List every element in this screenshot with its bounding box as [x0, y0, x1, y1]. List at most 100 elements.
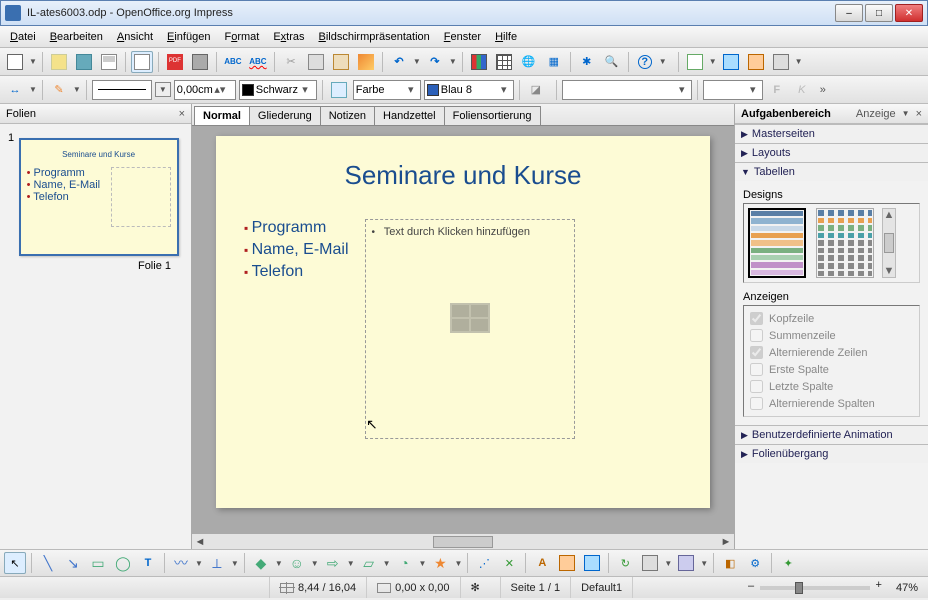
fill-mode-combo[interactable]: Farbe ▾ [353, 80, 421, 100]
task-pane-view-link[interactable]: Anzeige [856, 108, 896, 120]
opt-firstcol[interactable]: Erste Spalte [750, 361, 913, 378]
undo-button[interactable]: ↶ [388, 51, 410, 73]
symbol-shapes-tool[interactable]: ☺ [286, 552, 308, 574]
autospell-button[interactable]: ABC [247, 51, 269, 73]
opt-lastcol[interactable]: Letzte Spalte [750, 378, 913, 395]
line-color-combo[interactable]: Schwarz ▾ [239, 80, 317, 100]
italic-button[interactable]: K [791, 79, 813, 101]
task-section-tables[interactable]: Tabellen [735, 163, 928, 181]
task-section-transition[interactable]: Folienübergang [735, 445, 928, 463]
hyperlink-button[interactable]: 🌐 [518, 51, 540, 73]
table-design-2[interactable] [816, 208, 874, 278]
export-pdf-button[interactable]: PDF [164, 51, 186, 73]
bold-button[interactable]: F [766, 79, 788, 101]
mail-button[interactable] [98, 51, 120, 73]
slide-thumbnail-1[interactable]: Seminare und Kurse Programm Name, E-Mail… [19, 138, 179, 256]
font-combo[interactable]: ▾ [703, 80, 763, 100]
ellipse-tool[interactable]: ◯ [112, 552, 134, 574]
close-button[interactable]: ✕ [895, 4, 923, 22]
flowchart-tool[interactable]: ▱ [358, 552, 380, 574]
shadow-button[interactable]: ◪ [525, 79, 547, 101]
navigator-button[interactable]: ✱ [576, 51, 598, 73]
minimize-button[interactable]: – [835, 4, 863, 22]
content-placeholder[interactable]: Text durch Klicken hinzufügen [365, 219, 575, 439]
animation-tool[interactable]: ✦ [777, 552, 799, 574]
designs-scrollbar[interactable]: ▲▼ [882, 208, 896, 278]
line-style-combo[interactable] [92, 80, 152, 100]
task-section-master[interactable]: Masterseiten [735, 125, 928, 143]
cut-button[interactable]: ✂ [280, 51, 302, 73]
slide-canvas[interactable]: Seminare und Kurse Programm Name, E-Mail… [192, 126, 734, 533]
slideshow-button[interactable]: ▦ [543, 51, 565, 73]
rotate-tool[interactable]: ↻ [614, 552, 636, 574]
glue-tool[interactable]: ✕ [498, 552, 520, 574]
horizontal-scrollbar[interactable]: ◄ ► [192, 533, 734, 549]
zoom-value[interactable]: 47% [886, 577, 928, 598]
tab-slidesorter[interactable]: Foliensortierung [444, 106, 541, 125]
menu-extras[interactable]: Extras [267, 29, 310, 45]
callout-tool[interactable]: ◔ [394, 552, 416, 574]
slide-title[interactable]: Seminare und Kurse [244, 160, 682, 191]
gallery-tool[interactable] [581, 552, 603, 574]
help-button[interactable]: ? [634, 51, 656, 73]
slide-content-list[interactable]: Programm Name, E-Mail Telefon [244, 219, 349, 439]
text-tool[interactable]: T [137, 552, 159, 574]
menu-bearbeiten[interactable]: Bearbeiten [44, 29, 109, 45]
task-pane-close[interactable]: × [916, 108, 922, 120]
opt-altcols[interactable]: Alternierende Spalten [750, 395, 913, 412]
menu-fenster[interactable]: Fenster [438, 29, 487, 45]
placeholder-insert-icons[interactable] [450, 303, 490, 333]
task-section-custom-anim[interactable]: Benutzerdefinierte Animation [735, 426, 928, 444]
menu-ansicht[interactable]: Ansicht [111, 29, 159, 45]
connector-tool[interactable]: ⟂ [206, 552, 228, 574]
opt-sumrow[interactable]: Summenzeile [750, 327, 913, 344]
spellcheck-button[interactable]: ABC [222, 51, 244, 73]
menu-einfuegen[interactable]: Einfügen [161, 29, 216, 45]
line-width-combo[interactable]: 0,00cm ▴▾ [174, 80, 236, 100]
line-tool[interactable]: ╲ [37, 552, 59, 574]
area-button[interactable] [328, 79, 350, 101]
print-direct-button[interactable] [189, 51, 211, 73]
maximize-button[interactable]: □ [865, 4, 893, 22]
slide-layout-button[interactable] [745, 51, 767, 73]
style-combo[interactable]: ▾ [562, 80, 692, 100]
menu-bildschirmpraesentation[interactable]: Bildschirmpräsentation [313, 29, 436, 45]
star-tool[interactable]: ★ [429, 552, 451, 574]
menu-datei[interactable]: Datei [4, 29, 42, 45]
curve-tool[interactable]: 〰 [170, 552, 192, 574]
extrusion-tool[interactable]: ◧ [719, 552, 741, 574]
table-design-1[interactable] [748, 208, 806, 278]
slide-insert-button[interactable] [684, 51, 706, 73]
interaction-tool[interactable]: ⚙ [744, 552, 766, 574]
menu-format[interactable]: Format [218, 29, 265, 45]
points-tool[interactable]: ⋰ [473, 552, 495, 574]
block-arrows-tool[interactable]: ⇨ [322, 552, 344, 574]
fontwork-tool[interactable]: A [531, 552, 553, 574]
table-button[interactable] [493, 51, 515, 73]
task-section-layouts[interactable]: Layouts [735, 144, 928, 162]
new-button[interactable] [4, 51, 26, 73]
open-button[interactable] [48, 51, 70, 73]
line-style-button[interactable]: ✎ [48, 79, 70, 101]
tab-notes[interactable]: Notizen [320, 106, 375, 125]
from-file-tool[interactable] [556, 552, 578, 574]
align-tool[interactable] [639, 552, 661, 574]
presentation-button[interactable] [770, 51, 792, 73]
fill-color-combo[interactable]: Blau 8 ▾ [424, 80, 514, 100]
arrow-style-button[interactable]: ↔ [4, 79, 26, 101]
tab-handout[interactable]: Handzettel [374, 106, 445, 125]
arrow-tool[interactable]: ↘ [62, 552, 84, 574]
arrange-tool[interactable] [675, 552, 697, 574]
tab-outline[interactable]: Gliederung [249, 106, 321, 125]
redo-button[interactable]: ↷ [424, 51, 446, 73]
slide-1[interactable]: Seminare und Kurse Programm Name, E-Mail… [216, 136, 710, 508]
select-tool[interactable]: ↖ [4, 552, 26, 574]
slide-design-button[interactable] [720, 51, 742, 73]
tab-normal[interactable]: Normal [194, 106, 250, 125]
edit-doc-button[interactable] [131, 51, 153, 73]
opt-altrows[interactable]: Alternierende Zeilen [750, 344, 913, 361]
copy-button[interactable] [305, 51, 327, 73]
chart-button[interactable] [468, 51, 490, 73]
zoom-button[interactable]: 🔍 [601, 51, 623, 73]
basic-shapes-tool[interactable]: ◆ [250, 552, 272, 574]
